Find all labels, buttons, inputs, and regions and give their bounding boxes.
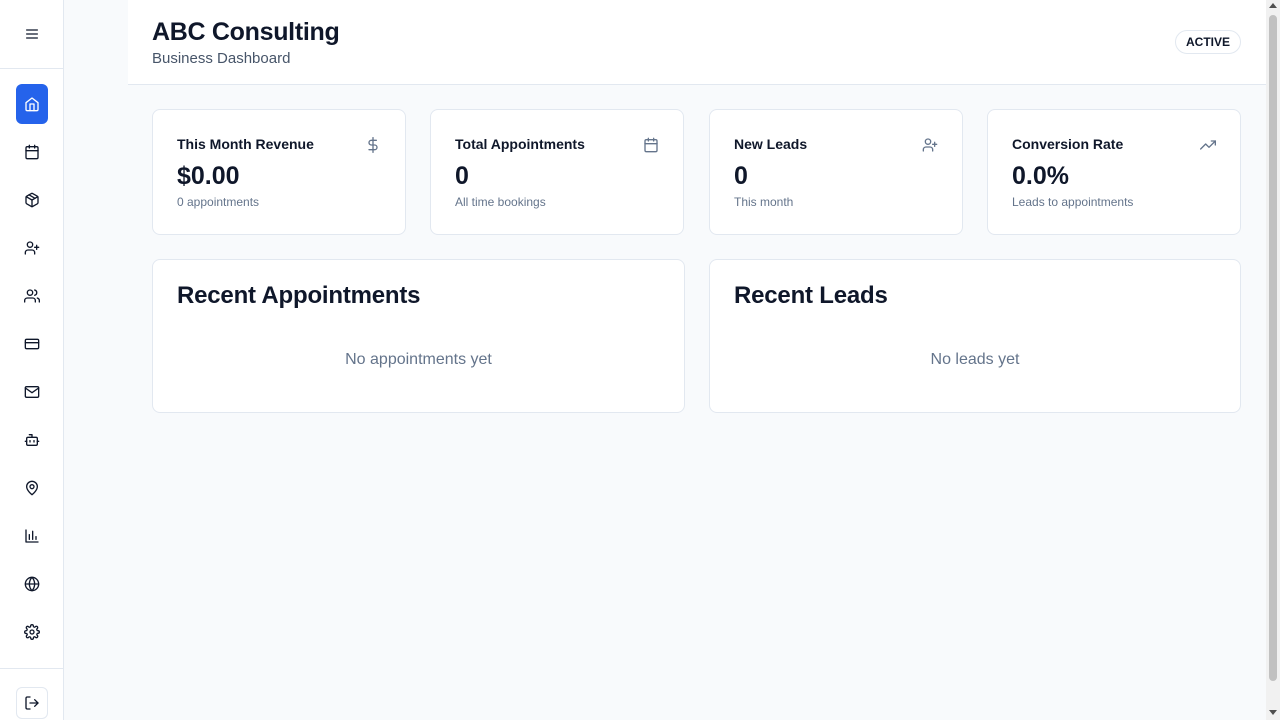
sidebar-footer (0, 668, 64, 720)
panel-title: Recent Appointments (177, 282, 421, 309)
mail-icon (24, 386, 40, 398)
sidebar-item-website[interactable] (16, 564, 48, 604)
calendar-icon (25, 144, 39, 160)
stat-subtext: This month (734, 195, 794, 209)
log-out-icon (25, 695, 39, 710)
menu-toggle-button[interactable] (16, 18, 48, 50)
stat-title: This Month Revenue (177, 136, 314, 152)
stat-value: $0.00 (177, 162, 240, 190)
trending-up-icon (1200, 137, 1216, 153)
page-title: ABC Consulting (152, 18, 340, 46)
stat-title: Total Appointments (455, 136, 585, 152)
sidebar (0, 0, 64, 720)
scroll-up-arrow-icon[interactable] (1269, 3, 1277, 8)
user-plus-icon (24, 241, 40, 255)
package-icon (25, 192, 39, 208)
sidebar-nav (0, 84, 64, 660)
bar-chart-icon (25, 529, 39, 543)
empty-state-text: No appointments yet (345, 351, 492, 368)
settings-icon (24, 624, 40, 640)
sidebar-item-locations[interactable] (16, 468, 48, 508)
stat-subtext: Leads to appointments (1012, 195, 1134, 209)
stat-value: 0.0% (1012, 162, 1069, 190)
sidebar-item-services[interactable] (16, 180, 48, 220)
stat-card-appointments: Total Appointments 0 All time bookings (430, 109, 684, 235)
sidebar-item-settings[interactable] (16, 612, 48, 652)
user-plus-icon (922, 137, 938, 153)
stat-title: Conversion Rate (1012, 136, 1124, 152)
sidebar-item-customers[interactable] (16, 276, 48, 316)
scroll-down-arrow-icon[interactable] (1269, 710, 1277, 715)
stat-subtext: All time bookings (455, 195, 546, 209)
credit-card-icon (24, 338, 40, 350)
stat-subtext: 0 appointments (177, 195, 260, 209)
empty-state-text: No leads yet (930, 351, 1020, 368)
home-icon (25, 97, 39, 112)
sidebar-item-analytics[interactable] (16, 516, 48, 556)
sidebar-item-assistant[interactable] (16, 420, 48, 460)
calendar-icon (643, 137, 659, 153)
globe-icon (24, 576, 40, 592)
status-badge: ACTIVE (1174, 30, 1241, 54)
page-header: ABC Consulting Business Dashboard ACTIVE (128, 0, 1266, 85)
scrollbar-thumb[interactable] (1269, 15, 1277, 681)
sidebar-item-home[interactable] (16, 84, 48, 124)
sidebar-item-messages[interactable] (16, 372, 48, 412)
users-icon (24, 289, 40, 303)
dollar-sign-icon (365, 137, 381, 153)
logout-button[interactable] (16, 686, 48, 719)
stat-card-revenue: This Month Revenue $0.00 0 appointments (152, 109, 406, 235)
recent-appointments-panel: Recent Appointments No appointments yet (152, 259, 685, 413)
panel-title: Recent Leads (734, 282, 888, 309)
sidebar-item-payments[interactable] (16, 324, 48, 364)
recent-leads-panel: Recent Leads No leads yet (709, 259, 1241, 413)
stat-title: New Leads (734, 136, 808, 152)
map-pin-icon (26, 480, 38, 496)
stat-value: 0 (734, 162, 748, 190)
stat-value: 0 (455, 162, 469, 190)
menu-icon (25, 29, 38, 39)
bot-icon (24, 434, 40, 446)
sidebar-header (0, 0, 63, 69)
sidebar-item-leads[interactable] (16, 228, 48, 268)
page-subtitle: Business Dashboard (152, 50, 291, 67)
page-scrollbar[interactable] (1266, 0, 1280, 720)
stat-card-leads: New Leads 0 This month (709, 109, 963, 235)
stat-card-conversion: Conversion Rate 0.0% Leads to appointmen… (987, 109, 1241, 235)
sidebar-item-calendar[interactable] (16, 132, 48, 172)
